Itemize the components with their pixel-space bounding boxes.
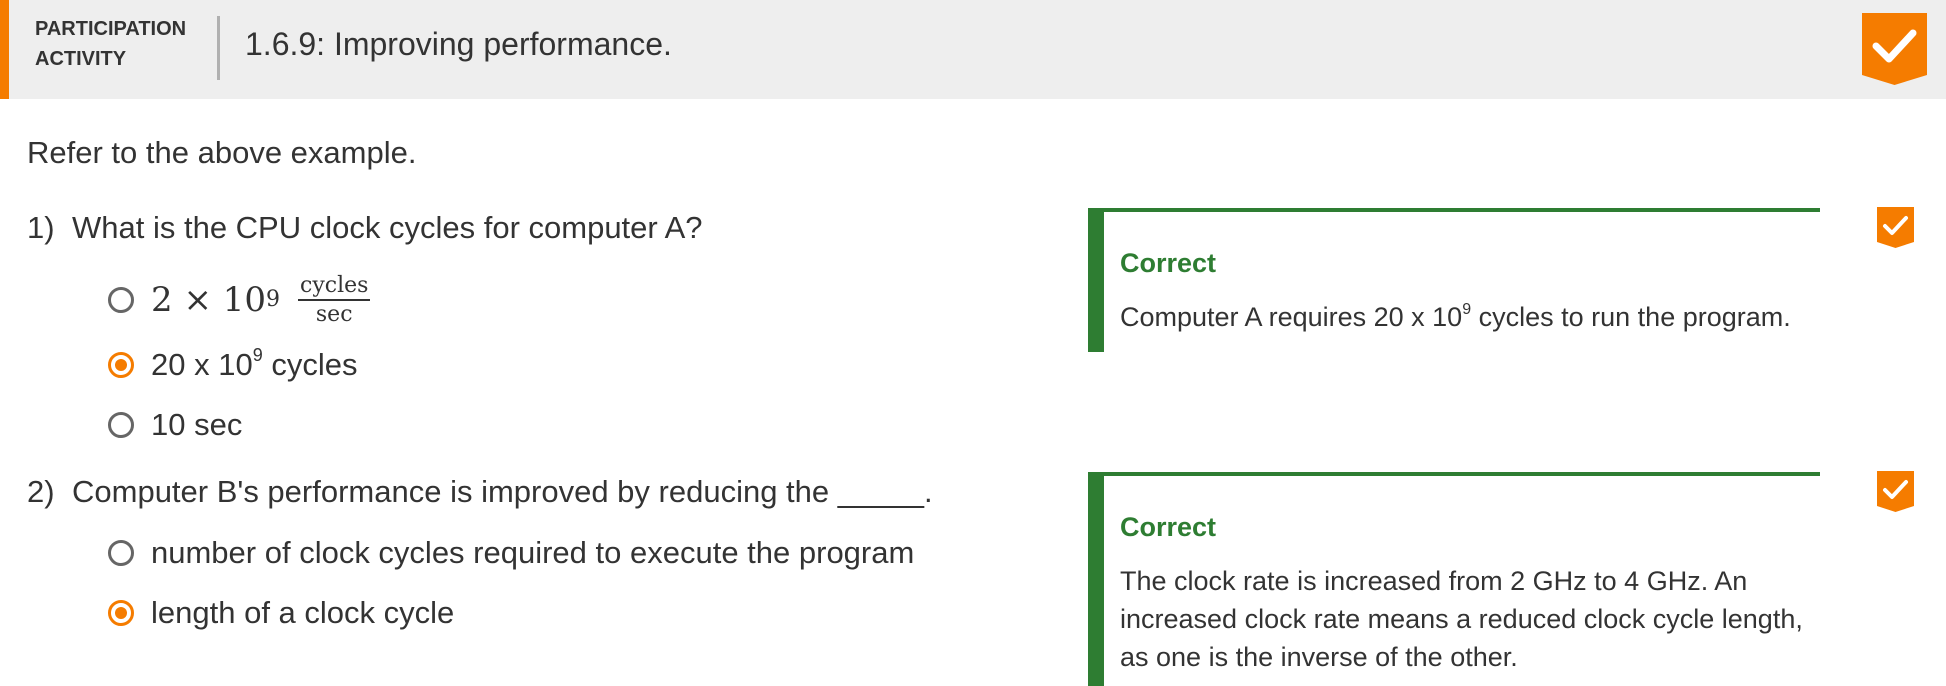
radio-button[interactable] bbox=[108, 412, 134, 438]
fraction-denominator: sec bbox=[315, 302, 353, 327]
header-divider bbox=[217, 16, 220, 80]
activity-kind-line1: PARTICIPATION bbox=[35, 18, 187, 40]
activity-title: 1.6.9: Improving performance. bbox=[245, 26, 672, 62]
feedback-text: The clock rate is increased from 2 GHz t… bbox=[1120, 566, 1803, 672]
fraction-numerator: cycles bbox=[298, 272, 371, 301]
math-fraction: cycles sec bbox=[298, 272, 371, 328]
feedback-text: Computer A requires 20 x 109 cycles to r… bbox=[1120, 301, 1791, 333]
radio-button-selected[interactable] bbox=[108, 600, 134, 626]
option-2e9-cycles-per-sec[interactable]: 2 × 10 9 cycles sec bbox=[108, 268, 371, 332]
option-text: number of clock cycles required to execu… bbox=[151, 535, 915, 570]
option-text: length of a clock cycle bbox=[151, 595, 455, 630]
option-20e9-cycles[interactable]: 20 x 109 cycles bbox=[108, 345, 357, 385]
math-base: 2 × 10 bbox=[151, 280, 266, 320]
option-text: 20 x 109 cycles bbox=[151, 345, 358, 382]
activity-kind: PARTICIPATION ACTIVITY bbox=[35, 14, 205, 74]
feedback-panel: Correct The clock rate is increased from… bbox=[1088, 472, 1820, 686]
question-2-check-icon bbox=[1877, 471, 1914, 512]
activity-kind-line2: ACTIVITY bbox=[35, 48, 127, 70]
option-10-sec[interactable]: 10 sec bbox=[108, 405, 242, 445]
question-number: 2) bbox=[27, 474, 55, 509]
completion-check-icon bbox=[1862, 13, 1927, 85]
feedback-label: Correct bbox=[1120, 248, 1217, 278]
radio-button-selected[interactable] bbox=[108, 352, 134, 378]
question-text: What is the CPU clock cycles for compute… bbox=[72, 210, 703, 245]
option-number-of-clock-cycles[interactable]: number of clock cycles required to execu… bbox=[108, 533, 914, 573]
option-length-of-clock-cycle[interactable]: length of a clock cycle bbox=[108, 593, 454, 633]
option-text: 10 sec bbox=[151, 407, 243, 442]
question-1-check-icon bbox=[1877, 207, 1914, 248]
activity-header: PARTICIPATION ACTIVITY 1.6.9: Improving … bbox=[0, 0, 1946, 99]
radio-button[interactable] bbox=[108, 540, 134, 566]
radio-button[interactable] bbox=[108, 287, 134, 313]
activity-instructions: Refer to the above example. bbox=[27, 135, 417, 170]
question-text: Computer B's performance is improved by … bbox=[72, 474, 933, 509]
feedback-label: Correct bbox=[1120, 512, 1217, 542]
question-number: 1) bbox=[27, 210, 55, 245]
feedback-panel: Correct Computer A requires 20 x 109 cyc… bbox=[1088, 208, 1820, 352]
option-math: 2 × 10 9 cycles sec bbox=[151, 272, 371, 328]
